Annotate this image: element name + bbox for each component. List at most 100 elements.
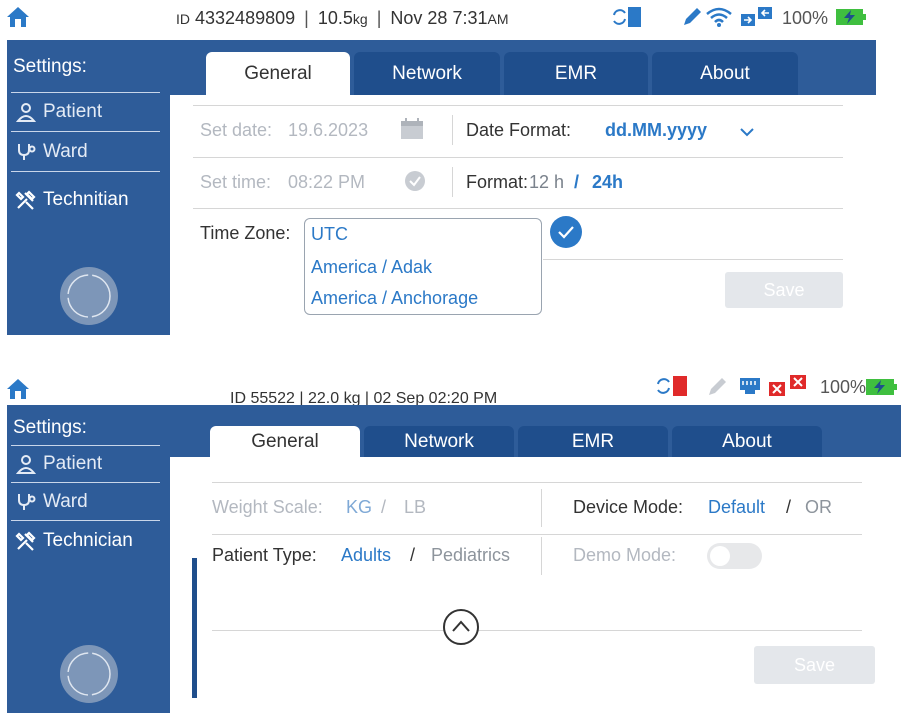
settings-sidebar: Settings: Patient Ward Technician — [7, 405, 170, 713]
timezone-confirm-button[interactable] — [550, 216, 582, 248]
chevron-up-icon — [452, 620, 470, 632]
tab-general[interactable]: General — [210, 426, 360, 457]
sidebar-title: Settings: — [13, 56, 87, 77]
timezone-option[interactable]: America / Anchorage — [311, 288, 478, 309]
tab-emr[interactable]: EMR — [504, 52, 648, 95]
general-settings-panel: Weight Scale: KG / LB Device Mode: Defau… — [192, 457, 901, 713]
sync-icon — [657, 376, 687, 396]
calendar-icon[interactable] — [400, 118, 424, 140]
patient-type-pediatrics[interactable]: Pediatrics — [431, 545, 510, 566]
sidebar-item-label: Ward — [43, 141, 88, 162]
demo-mode-label: Demo Mode: — [573, 545, 677, 565]
person-icon — [15, 455, 37, 474]
scroll-indicator — [192, 558, 197, 698]
weight-separator: / — [381, 497, 387, 517]
wifi-icon — [706, 7, 732, 27]
sidebar-item-ward[interactable]: Ward — [7, 132, 170, 172]
patient-type-adults[interactable]: Adults — [341, 545, 391, 566]
ethernet-icon — [740, 378, 760, 394]
weight-value: 10.5 — [317, 8, 353, 28]
sidebar-item-technician[interactable]: Technitian — [7, 180, 170, 220]
timezone-option[interactable]: UTC — [311, 224, 348, 245]
rotate-icon — [67, 274, 111, 318]
set-time-value[interactable]: 08:22 PM — [288, 172, 365, 193]
clock-check-icon[interactable] — [404, 170, 426, 192]
demo-mode-toggle[interactable] — [707, 543, 762, 569]
home-icon[interactable] — [6, 6, 30, 28]
tab-bar: General Network EMR About — [170, 405, 901, 457]
device-mode-or[interactable]: OR — [805, 497, 832, 518]
save-button[interactable]: Save — [754, 646, 875, 684]
device-mode-default[interactable]: Default — [708, 497, 765, 518]
tab-about[interactable]: About — [652, 52, 798, 95]
toggle-knob — [710, 546, 730, 566]
rotate-icon — [67, 652, 111, 696]
device-mode-label: Device Mode: — [573, 497, 684, 517]
status-bar: ID 55522 | 22.0 kg | 02 Sep 02:20 PM 100… — [0, 368, 901, 407]
format-separator: / — [574, 172, 580, 192]
tab-network[interactable]: Network — [364, 426, 514, 457]
stethoscope-icon — [18, 144, 36, 160]
timezone-dropdown[interactable]: UTC America / Adak America / Anchorage — [304, 218, 542, 315]
patient-type-separator: / — [410, 545, 416, 565]
general-settings-panel: Set date: 19.6.2023 Date Format: dd.MM.y… — [178, 95, 876, 335]
status-bar: ID 4332489809 | 10.5kg | Nov 28 7:31AM 1… — [0, 0, 901, 34]
sidebar-item-patient[interactable]: Patient — [7, 445, 170, 483]
patient-type-label: Patient Type: — [212, 545, 317, 565]
sidebar-item-label: Patient — [43, 453, 103, 474]
sidebar-item-label: Ward — [43, 491, 88, 512]
am-pm: AM — [487, 11, 509, 27]
format-24h[interactable]: 24h — [592, 172, 623, 193]
tools-icon — [15, 531, 36, 551]
person-icon — [15, 103, 37, 122]
chevron-down-icon[interactable] — [740, 127, 754, 137]
device-screen-1: ID 4332489809 | 10.5kg | Nov 28 7:31AM 1… — [0, 0, 901, 335]
sync-icon — [613, 7, 641, 27]
sidebar-item-label: Technician — [43, 530, 133, 551]
tools-icon — [15, 190, 36, 210]
sidebar-item-technician[interactable]: Technician — [7, 521, 170, 561]
battery-percent: 100% — [820, 377, 867, 397]
save-button[interactable]: Save — [725, 272, 843, 308]
tab-bar: General Network EMR About — [170, 40, 876, 95]
settings-sidebar: Settings: Patient Ward Technitian — [7, 40, 170, 335]
pencil-icon — [709, 378, 726, 395]
scroll-up-button[interactable] — [443, 609, 479, 645]
status-id-weight-date: ID 4332489809 | 10.5kg | Nov 28 7:31AM — [176, 8, 509, 28]
weight-kg-option[interactable]: KG — [346, 497, 372, 518]
weight-lb-option[interactable]: LB — [404, 497, 426, 518]
battery-charging-icon — [836, 9, 866, 25]
sidebar-title: Settings: — [13, 417, 87, 438]
rotate-button[interactable] — [60, 645, 118, 703]
device-mode-separator: / — [786, 497, 792, 517]
timezone-label: Time Zone: — [200, 223, 291, 243]
format-label: Format: — [466, 172, 529, 192]
weight-scale-label: Weight Scale: — [212, 497, 323, 517]
patient-id: 4332489809 — [195, 8, 296, 28]
rotate-button[interactable] — [60, 267, 118, 325]
format-12h[interactable]: 12 h — [529, 172, 564, 193]
date-format-label: Date Format: — [466, 120, 572, 140]
network-error-icon — [769, 375, 806, 396]
date-format-value[interactable]: dd.MM.yyyy — [605, 120, 707, 141]
pencil-icon — [684, 8, 701, 25]
tab-network[interactable]: Network — [354, 52, 500, 95]
tab-emr[interactable]: EMR — [518, 426, 668, 457]
home-icon[interactable] — [6, 378, 30, 400]
timezone-option[interactable]: America / Adak — [311, 257, 432, 278]
battery-charging-icon — [866, 379, 897, 395]
set-time-label: Set time: — [200, 172, 272, 192]
set-date-label: Set date: — [200, 120, 273, 140]
tab-general[interactable]: General — [206, 52, 350, 95]
device-screen-2: ID 55522 | 22.0 kg | 02 Sep 02:20 PM 100… — [0, 368, 901, 713]
weight-unit: kg — [352, 11, 368, 27]
tab-about[interactable]: About — [672, 426, 822, 457]
check-icon — [558, 226, 574, 239]
sidebar-item-ward[interactable]: Ward — [7, 483, 170, 521]
set-date-value[interactable]: 19.6.2023 — [288, 120, 368, 141]
date-time: Nov 28 7:31 — [390, 8, 488, 28]
id-label: ID — [176, 11, 190, 27]
battery-percent: 100% — [782, 8, 829, 28]
sidebar-item-patient[interactable]: Patient — [7, 92, 170, 132]
stethoscope-icon — [18, 494, 36, 510]
